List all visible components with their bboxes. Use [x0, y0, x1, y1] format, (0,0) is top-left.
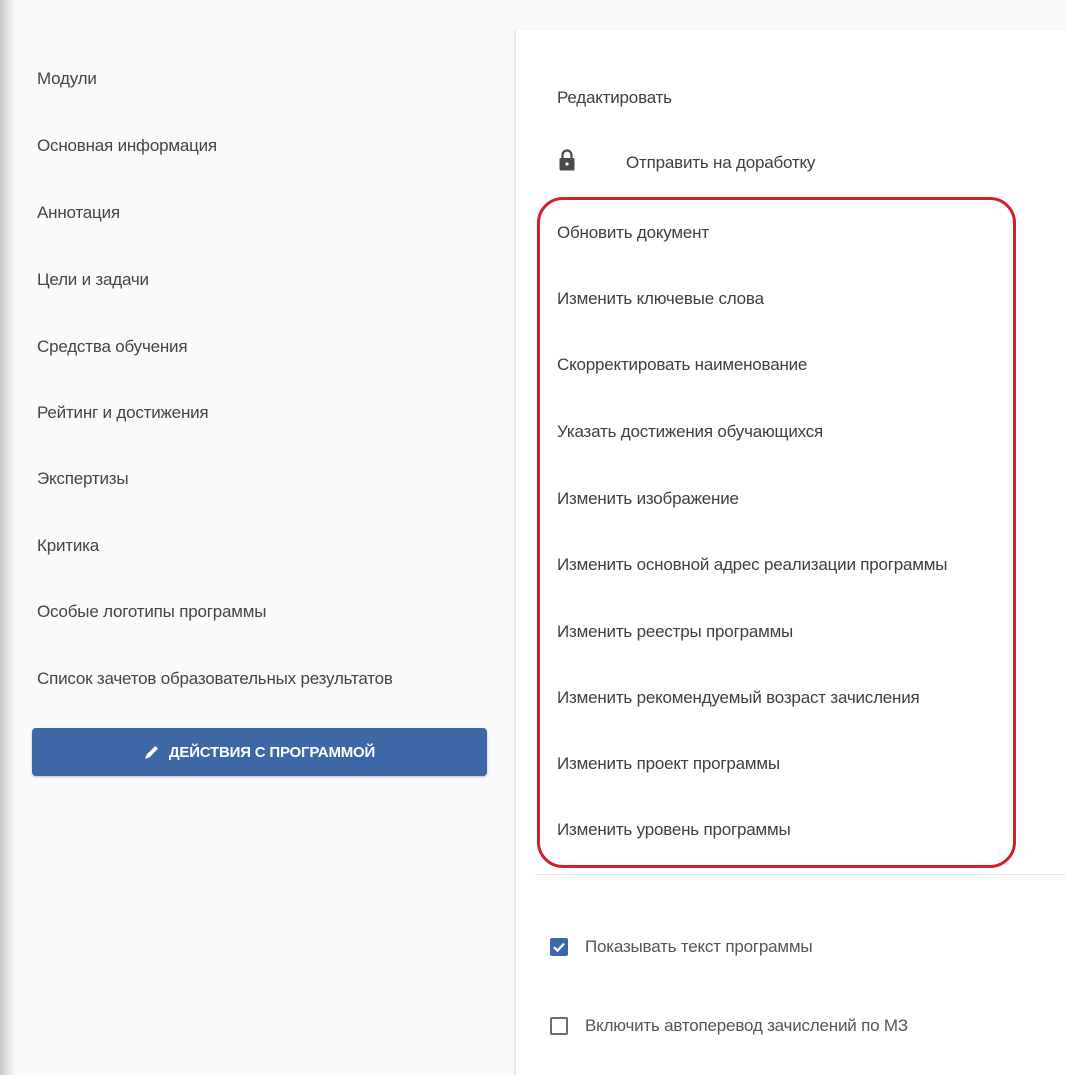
- actions-menu-panel: Редактировать Отправить на доработку Обн…: [515, 30, 1066, 1075]
- menu-item-change-age[interactable]: Изменить рекомендуемый возраст зачислени…: [557, 688, 920, 708]
- sidebar-item-learning-tools[interactable]: Средства обучения: [37, 337, 188, 357]
- sidebar-item-logos[interactable]: Особые логотипы программы: [37, 602, 266, 622]
- auto-transfer-label: Включить автоперевод зачислений по МЗ: [585, 1016, 908, 1035]
- sidebar-item-credits-list[interactable]: Список зачетов образовательных результат…: [37, 669, 393, 689]
- lock-icon: [559, 149, 575, 171]
- menu-item-change-address[interactable]: Изменить основной адрес реализации прогр…: [557, 555, 948, 575]
- sidebar-item-expertise[interactable]: Экспертизы: [37, 469, 129, 489]
- pencil-icon: [145, 746, 158, 759]
- checkmark-icon: [553, 942, 565, 953]
- menu-item-student-achievements[interactable]: Указать достижения обучающихся: [557, 422, 823, 442]
- show-text-option[interactable]: Показывать текст программы: [550, 935, 813, 959]
- show-text-checkbox[interactable]: [550, 938, 568, 956]
- menu-item-change-registries[interactable]: Изменить реестры программы: [557, 622, 793, 642]
- menu-item-update-document[interactable]: Обновить документ: [557, 223, 709, 243]
- program-actions-label: ДЕЙСТВИЯ С ПРОГРАММОЙ: [168, 743, 376, 761]
- program-actions-button[interactable]: ДЕЙСТВИЯ С ПРОГРАММОЙ: [32, 728, 487, 776]
- menu-item-change-keywords[interactable]: Изменить ключевые слова: [557, 289, 764, 309]
- show-text-label: Показывать текст программы: [585, 937, 813, 956]
- program-sections-sidebar: Модули Основная информация Аннотация Цел…: [20, 28, 502, 1075]
- menu-item-send-back[interactable]: Отправить на доработку: [626, 153, 815, 173]
- auto-transfer-checkbox[interactable]: [550, 1017, 568, 1035]
- sidebar-item-modules[interactable]: Модули: [37, 69, 97, 89]
- menu-item-change-project[interactable]: Изменить проект программы: [557, 754, 780, 774]
- sidebar-item-criticism[interactable]: Критика: [37, 536, 99, 556]
- sidebar-item-rating[interactable]: Рейтинг и достижения: [37, 403, 209, 423]
- menu-item-edit[interactable]: Редактировать: [557, 88, 672, 108]
- sidebar-item-annotation[interactable]: Аннотация: [37, 203, 120, 223]
- auto-transfer-option[interactable]: Включить автоперевод зачислений по МЗ: [550, 1014, 908, 1038]
- menu-item-correct-name[interactable]: Скорректировать наименование: [557, 355, 807, 375]
- menu-divider: [535, 874, 1066, 875]
- menu-item-change-image[interactable]: Изменить изображение: [557, 489, 739, 509]
- sidebar-item-goals[interactable]: Цели и задачи: [37, 270, 149, 290]
- sidebar-item-basic-info[interactable]: Основная информация: [37, 136, 217, 156]
- menu-item-change-level[interactable]: Изменить уровень программы: [557, 820, 791, 840]
